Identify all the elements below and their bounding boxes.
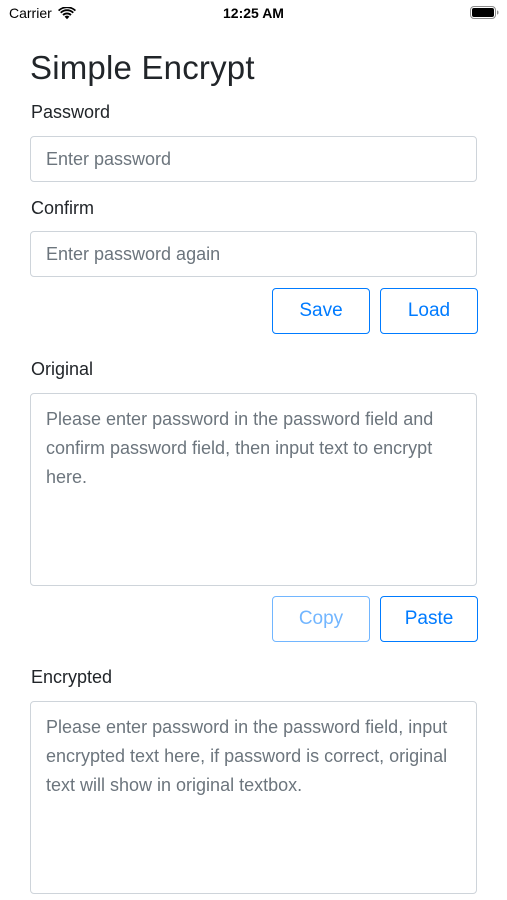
clock: 12:25 AM bbox=[223, 5, 284, 21]
page-title: Simple Encrypt bbox=[30, 49, 255, 86]
encrypted-textarea[interactable] bbox=[30, 701, 477, 894]
original-textarea[interactable] bbox=[30, 393, 477, 586]
status-bar: Carrier 12:25 AM bbox=[0, 0, 507, 28]
load-button[interactable]: Load bbox=[380, 288, 478, 334]
copy-button[interactable]: Copy bbox=[272, 596, 370, 642]
battery-icon bbox=[470, 6, 499, 19]
encrypted-label: Encrypted bbox=[31, 667, 113, 687]
paste-button[interactable]: Paste bbox=[380, 596, 478, 642]
password-input[interactable] bbox=[30, 136, 477, 182]
password-label: Password bbox=[31, 102, 111, 122]
confirm-label: Confirm bbox=[31, 198, 95, 218]
original-label: Original bbox=[31, 359, 94, 379]
confirm-password-input[interactable] bbox=[30, 231, 477, 277]
save-button[interactable]: Save bbox=[272, 288, 370, 334]
